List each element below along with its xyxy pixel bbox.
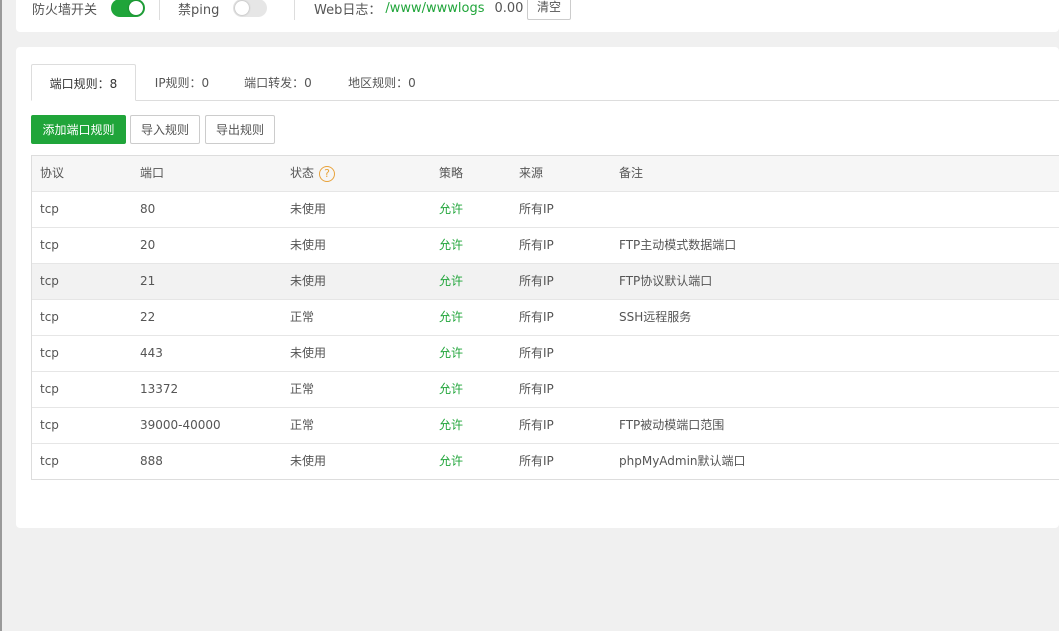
firewall-status-bar: 防火墙开关 禁ping Web日志： /www/wwwlogs 0.00 b 清… bbox=[16, 0, 1059, 32]
toggle-knob bbox=[129, 1, 144, 15]
cell-remark: FTP协议默认端口 bbox=[619, 274, 713, 288]
cell-policy: 允许 bbox=[439, 202, 464, 216]
header-status: 状态? bbox=[290, 156, 336, 191]
cell-remark: phpMyAdmin默认端口 bbox=[619, 454, 746, 468]
export-rules-button[interactable]: 导出规则 bbox=[205, 115, 275, 144]
cell-source: 所有IP bbox=[519, 310, 554, 324]
cell-policy: 允许 bbox=[439, 310, 464, 324]
cell-source: 所有IP bbox=[519, 274, 554, 288]
cell-remark: FTP主动模式数据端口 bbox=[619, 238, 737, 252]
cell-policy: 允许 bbox=[439, 238, 464, 252]
cell-protocol: tcp bbox=[40, 202, 59, 216]
cell-status: 未使用 bbox=[290, 238, 327, 252]
table-row[interactable]: tcp 39000-40000 正常 允许 所有IP FTP被动模端口范围 bbox=[32, 408, 1059, 444]
cell-port: 20 bbox=[140, 238, 156, 252]
cell-status: 未使用 bbox=[290, 346, 327, 360]
cell-policy: 允许 bbox=[439, 418, 464, 432]
weblog-group: Web日志： /www/wwwlogs 0.00 b bbox=[314, 0, 536, 20]
cell-protocol: tcp bbox=[40, 418, 59, 432]
header-port: 端口 bbox=[140, 166, 165, 180]
weblog-label: Web日志： bbox=[314, 2, 382, 18]
cell-port: 22 bbox=[140, 310, 156, 324]
cell-port: 80 bbox=[140, 202, 156, 216]
cell-remark: FTP被动模端口范围 bbox=[619, 418, 725, 432]
table-row[interactable]: tcp 13372 正常 允许 所有IP bbox=[32, 372, 1059, 408]
table-row[interactable]: tcp 21 未使用 允许 所有IP FTP协议默认端口 bbox=[32, 264, 1059, 300]
cell-protocol: tcp bbox=[40, 238, 59, 252]
cell-policy: 允许 bbox=[439, 274, 464, 288]
cell-port: 888 bbox=[140, 454, 163, 468]
cell-port: 443 bbox=[140, 346, 163, 360]
cell-port: 13372 bbox=[140, 382, 179, 396]
table-row[interactable]: tcp 888 未使用 允许 所有IP phpMyAdmin默认端口 bbox=[32, 444, 1059, 479]
cell-status: 未使用 bbox=[290, 202, 327, 216]
header-status-label: 状态 bbox=[290, 166, 315, 180]
cell-port: 21 bbox=[140, 274, 156, 288]
help-icon[interactable]: ? bbox=[319, 165, 336, 182]
cell-protocol: tcp bbox=[40, 346, 59, 360]
cell-source: 所有IP bbox=[519, 346, 554, 360]
cell-policy: 允许 bbox=[439, 382, 464, 396]
tab-region-rules[interactable]: 地区规则：0 bbox=[337, 64, 427, 100]
import-rules-button[interactable]: 导入规则 bbox=[130, 115, 200, 144]
tab-port-rules[interactable]: 端口规则：8 bbox=[31, 64, 136, 101]
cell-remark: SSH远程服务 bbox=[619, 310, 692, 324]
cell-source: 所有IP bbox=[519, 238, 554, 252]
table-row[interactable]: tcp 80 未使用 允许 所有IP bbox=[32, 192, 1059, 228]
ping-toggle-group: 禁ping bbox=[178, 0, 268, 20]
window-left-edge bbox=[0, 0, 2, 631]
cell-protocol: tcp bbox=[40, 274, 59, 288]
toggle-knob bbox=[235, 1, 250, 15]
table-header: 协议 端口 状态? 策略 来源 备注 bbox=[32, 156, 1059, 192]
cell-status: 未使用 bbox=[290, 274, 327, 288]
cell-status: 正常 bbox=[290, 310, 315, 324]
cell-protocol: tcp bbox=[40, 454, 59, 468]
divider bbox=[294, 0, 295, 20]
firewall-label: 防火墙开关 bbox=[32, 2, 98, 18]
ping-label: 禁ping bbox=[178, 2, 220, 18]
rule-tabs: 端口规则：8 IP规则：0 端口转发：0 地区规则：0 bbox=[31, 64, 1059, 101]
header-source: 来源 bbox=[519, 166, 544, 180]
weblog-path-link[interactable]: /www/wwwlogs bbox=[385, 1, 484, 16]
firewall-toggle[interactable] bbox=[111, 0, 146, 17]
add-port-rule-button[interactable]: 添加端口规则 bbox=[31, 115, 126, 144]
tab-port-forward[interactable]: 端口转发：0 bbox=[233, 64, 323, 100]
header-protocol: 协议 bbox=[40, 166, 65, 180]
header-policy: 策略 bbox=[439, 166, 464, 180]
table-row[interactable]: tcp 443 未使用 允许 所有IP bbox=[32, 336, 1059, 372]
table-row[interactable]: tcp 20 未使用 允许 所有IP FTP主动模式数据端口 bbox=[32, 228, 1059, 264]
header-remark: 备注 bbox=[619, 166, 644, 180]
clear-log-button[interactable]: 清空 bbox=[527, 0, 571, 20]
cell-status: 正常 bbox=[290, 382, 315, 396]
cell-policy: 允许 bbox=[439, 346, 464, 360]
cell-source: 所有IP bbox=[519, 454, 554, 468]
cell-status: 未使用 bbox=[290, 454, 327, 468]
cell-source: 所有IP bbox=[519, 418, 554, 432]
tab-ip-rules[interactable]: IP规则：0 bbox=[142, 64, 222, 100]
table-row[interactable]: tcp 22 正常 允许 所有IP SSH远程服务 bbox=[32, 300, 1059, 336]
firewall-toggle-group: 防火墙开关 bbox=[32, 0, 146, 20]
cell-port: 39000-40000 bbox=[140, 418, 221, 432]
port-rules-table: 协议 端口 状态? 策略 来源 备注 tcp 80 未使用 允许 所有IP tc… bbox=[31, 155, 1059, 480]
cell-source: 所有IP bbox=[519, 382, 554, 396]
cell-protocol: tcp bbox=[40, 310, 59, 324]
cell-source: 所有IP bbox=[519, 202, 554, 216]
cell-protocol: tcp bbox=[40, 382, 59, 396]
divider bbox=[159, 0, 160, 20]
cell-policy: 允许 bbox=[439, 454, 464, 468]
rules-panel: 端口规则：8 IP规则：0 端口转发：0 地区规则：0 添加端口规则 导入规则 … bbox=[16, 47, 1059, 528]
ping-toggle[interactable] bbox=[233, 0, 268, 17]
cell-status: 正常 bbox=[290, 418, 315, 432]
